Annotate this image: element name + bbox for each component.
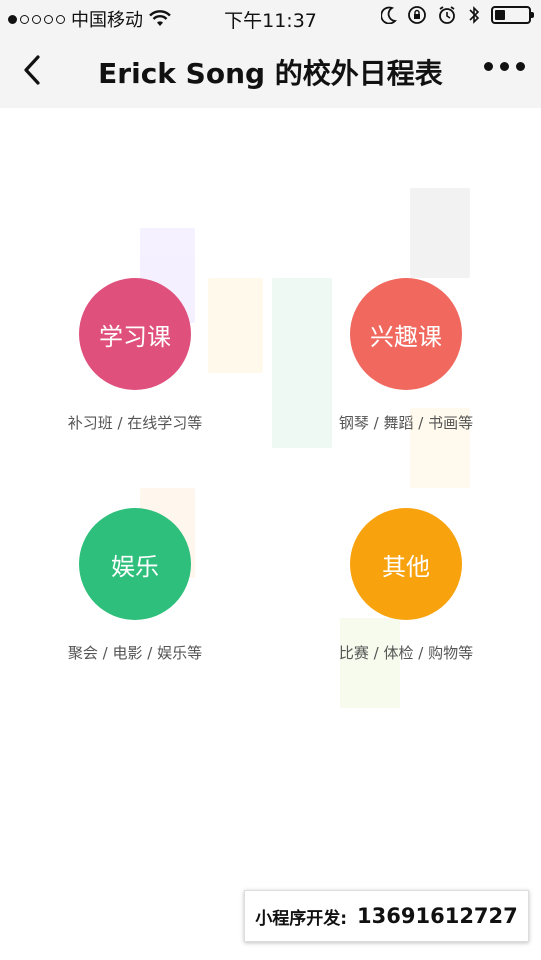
category-study-desc: 补习班 / 在线学习等 — [67, 414, 203, 432]
bluetooth-icon — [469, 6, 480, 24]
back-button[interactable] — [14, 50, 50, 90]
bg-block — [410, 188, 470, 278]
category-entertainment-circle[interactable]: 娱乐 — [79, 508, 191, 620]
category-entertainment-desc: 聚会 / 电影 / 娱乐等 — [67, 644, 203, 662]
battery-icon — [491, 6, 534, 24]
category-study-label: 学习课 — [99, 322, 171, 351]
category-study[interactable]: 学习课 补习班 / 在线学习等 — [25, 278, 245, 433]
category-entertainment[interactable]: 娱乐 聚会 / 电影 / 娱乐等 — [25, 508, 245, 663]
faded-schedule-background — [0, 108, 541, 888]
status-bar: 中国移动 下午11:37 — [0, 0, 541, 34]
chevron-left-icon — [24, 55, 40, 85]
category-interest[interactable]: 兴趣课 钢琴 / 舞蹈 / 书画等 — [296, 278, 516, 433]
more-options-button[interactable] — [484, 62, 525, 71]
category-entertainment-label: 娱乐 — [111, 552, 159, 581]
nav-bar: Erick Song 的校外日程表 — [0, 34, 541, 108]
category-other-label: 其他 — [382, 552, 430, 581]
contact-banner: 小程序开发: 13691612727 — [244, 890, 529, 942]
moon-icon — [381, 6, 397, 24]
category-interest-desc: 钢琴 / 舞蹈 / 书画等 — [338, 414, 474, 432]
rotation-lock-icon — [408, 6, 426, 24]
category-interest-label: 兴趣课 — [370, 322, 442, 351]
category-other-desc: 比赛 / 体检 / 购物等 — [338, 644, 474, 662]
contact-label: 小程序开发: — [255, 908, 348, 929]
contact-number: 13691612727 — [357, 904, 518, 928]
alarm-icon — [439, 6, 455, 24]
status-right — [381, 5, 534, 25]
page-title: Erick Song 的校外日程表 — [98, 57, 443, 90]
more-dot-icon — [500, 62, 509, 71]
category-other-circle[interactable]: 其他 — [350, 508, 462, 620]
category-interest-circle[interactable]: 兴趣课 — [350, 278, 462, 390]
more-dot-icon — [516, 62, 525, 71]
battery-level — [495, 10, 505, 20]
category-study-circle[interactable]: 学习课 — [79, 278, 191, 390]
category-other[interactable]: 其他 比赛 / 体检 / 购物等 — [296, 508, 516, 663]
more-dot-icon — [484, 62, 493, 71]
